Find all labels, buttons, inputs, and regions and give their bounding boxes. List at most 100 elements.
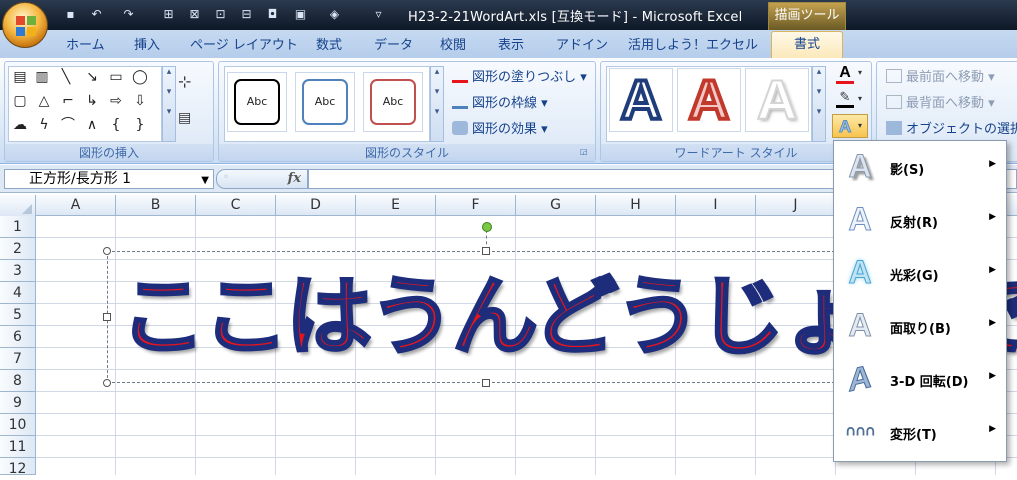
shape-style-blue[interactable]: Abc <box>295 72 355 132</box>
menu-item-bevel[interactable]: A 面取り(B) ▶ <box>834 300 1006 353</box>
customize-qat-icon[interactable]: ▿ <box>370 6 387 23</box>
text-effects-button[interactable]: A ▾ <box>832 114 868 138</box>
row-header[interactable]: 1 <box>0 216 36 238</box>
text-fill-dropdown-icon[interactable]: ▾ <box>858 68 862 77</box>
resize-handle[interactable] <box>482 379 490 387</box>
column-header[interactable]: J <box>756 195 836 216</box>
resize-handle[interactable] <box>103 247 111 255</box>
row-header[interactable]: 12 <box>0 458 36 477</box>
triangle-shape-icon[interactable]: △ <box>34 91 54 111</box>
rectangle-shape-icon[interactable]: ▭ <box>106 67 126 87</box>
tab-formulas[interactable]: 数式 <box>316 34 342 53</box>
column-header[interactable]: G <box>516 195 596 216</box>
text-outline-icon[interactable]: ✎ <box>836 90 854 108</box>
row-header[interactable]: 11 <box>0 436 36 458</box>
qat-tool-icon[interactable]: ⊞ <box>160 6 177 23</box>
menu-item-3d-rotation[interactable]: A 3-D 回転(D) ▶ <box>834 353 1006 406</box>
shape-outline-button[interactable]: 図形の枠線 ▾ <box>452 92 548 111</box>
right-brace-shape-icon[interactable]: } <box>130 115 150 135</box>
lightning-shape-icon[interactable]: ϟ <box>34 115 54 135</box>
qat-tool-icon[interactable]: ▣ <box>292 6 309 23</box>
tab-use-excel[interactable]: 活用しよう！エクセル <box>628 34 758 53</box>
dialog-launcher-icon[interactable]: ◲ <box>580 147 588 156</box>
tab-insert[interactable]: 挿入 <box>134 34 160 53</box>
shape-style-gallery-scroll[interactable]: ▴ ▾ ▾ <box>430 66 444 142</box>
text-outline-dropdown-icon[interactable]: ▾ <box>858 94 862 103</box>
insert-function-icon[interactable]: fx <box>288 171 301 186</box>
oval-shape-icon[interactable]: ◯ <box>130 67 150 87</box>
bring-to-front-button[interactable]: 最前面へ移動 ▾ <box>886 66 995 85</box>
tab-home[interactable]: ホーム <box>66 34 105 53</box>
column-header[interactable]: F <box>436 195 516 216</box>
name-box[interactable]: 正方形/長方形 1 ▼ <box>4 169 214 189</box>
left-brace-shape-icon[interactable]: { <box>106 115 126 135</box>
wordart-style-white[interactable]: A <box>745 68 809 132</box>
rotation-handle[interactable] <box>482 222 492 232</box>
wordart-style-red[interactable]: A <box>677 67 741 133</box>
tab-addins[interactable]: アドイン <box>556 34 608 53</box>
row-header[interactable]: 6 <box>0 326 36 348</box>
tab-format[interactable]: 書式 <box>771 31 843 59</box>
arrow-shape-icon[interactable]: ↘ <box>82 67 102 87</box>
rounded-rect-shape-icon[interactable]: ▢ <box>10 91 30 111</box>
row-header[interactable]: 3 <box>0 260 36 282</box>
vertical-textbox-shape-icon[interactable]: ▥ <box>32 67 52 87</box>
column-header[interactable]: D <box>276 195 356 216</box>
menu-item-transform[interactable]: ∩∩∩ 変形(T) ▶ <box>834 406 1006 459</box>
row-header[interactable]: 4 <box>0 282 36 304</box>
curve-shape-icon[interactable]: ∧ <box>82 115 102 135</box>
row-header[interactable]: 8 <box>0 370 36 392</box>
wordart-gallery-scroll[interactable]: ▴ ▾ ▾ <box>812 66 826 142</box>
qat-tool-icon[interactable]: ◈ <box>326 6 343 23</box>
menu-item-shadow[interactable]: A 影(S) ▶ <box>834 141 1006 194</box>
row-header[interactable]: 5 <box>0 304 36 326</box>
elbow-arrow-icon[interactable]: ↳ <box>82 91 102 111</box>
tab-data[interactable]: データ <box>374 34 413 53</box>
shape-effects-button[interactable]: 図形の効果 ▾ <box>452 118 548 137</box>
resize-handle[interactable] <box>482 247 490 255</box>
tab-review[interactable]: 校閲 <box>440 34 466 53</box>
right-arrow-shape-icon[interactable]: ⇨ <box>106 91 126 111</box>
cloud-shape-icon[interactable]: ☁ <box>10 115 30 135</box>
menu-item-reflection[interactable]: A 反射(R) ▶ <box>834 194 1006 247</box>
column-header[interactable]: H <box>596 195 676 216</box>
column-header[interactable]: E <box>356 195 436 216</box>
line-shape-icon[interactable]: ╲ <box>56 67 76 87</box>
tab-page-layout[interactable]: ページ レイアウト <box>190 34 298 53</box>
arc-shape-icon[interactable]: ⌒ <box>58 115 78 135</box>
row-header[interactable]: 10 <box>0 414 36 436</box>
textbox-shape-icon[interactable]: ▤ <box>10 67 30 87</box>
print-preview-icon[interactable]: ◘ <box>264 6 281 23</box>
resize-handle[interactable] <box>103 313 111 321</box>
qat-tool-icon[interactable]: ⊟ <box>238 6 255 23</box>
row-header[interactable]: 7 <box>0 348 36 370</box>
qat-tool-icon[interactable]: ⊠ <box>186 6 203 23</box>
wordart-style-blue[interactable]: A <box>609 67 673 133</box>
shape-fill-button[interactable]: 図形の塗りつぶし ▾ <box>452 66 587 85</box>
selection-pane-button[interactable]: オブジェクトの選択と <box>886 118 1017 137</box>
shapes-gallery-scroll[interactable]: ▴ ▾ ▾ <box>162 66 176 142</box>
save-icon[interactable]: ▪ <box>62 6 79 23</box>
column-header[interactable]: C <box>196 195 276 216</box>
select-all-button[interactable] <box>0 195 36 216</box>
column-header[interactable]: A <box>36 195 116 216</box>
tab-view[interactable]: 表示 <box>498 34 524 53</box>
qat-tool-icon[interactable]: ⊡ <box>212 6 229 23</box>
shape-style-red[interactable]: Abc <box>363 72 423 132</box>
resize-handle[interactable] <box>103 379 111 387</box>
textbox-insert-icon[interactable]: ▤ <box>178 110 191 126</box>
column-header[interactable]: B <box>116 195 196 216</box>
office-button[interactable] <box>2 2 48 48</box>
column-header[interactable]: I <box>676 195 756 216</box>
menu-item-glow[interactable]: A 光彩(G) ▶ <box>834 247 1006 300</box>
expand-handle-icon[interactable]: ◦ <box>223 172 229 183</box>
text-fill-icon[interactable]: A <box>836 64 854 84</box>
row-header[interactable]: 2 <box>0 238 36 260</box>
edit-points-icon[interactable]: ⊹ <box>178 72 191 91</box>
row-header[interactable]: 9 <box>0 392 36 414</box>
elbow-connector-icon[interactable]: ⌐ <box>58 91 78 111</box>
shape-style-black[interactable]: Abc <box>227 72 287 132</box>
undo-icon[interactable]: ↶ <box>88 6 105 23</box>
send-to-back-button[interactable]: 最背面へ移動 ▾ <box>886 92 995 111</box>
chevron-down-icon[interactable]: ▼ <box>201 172 209 190</box>
